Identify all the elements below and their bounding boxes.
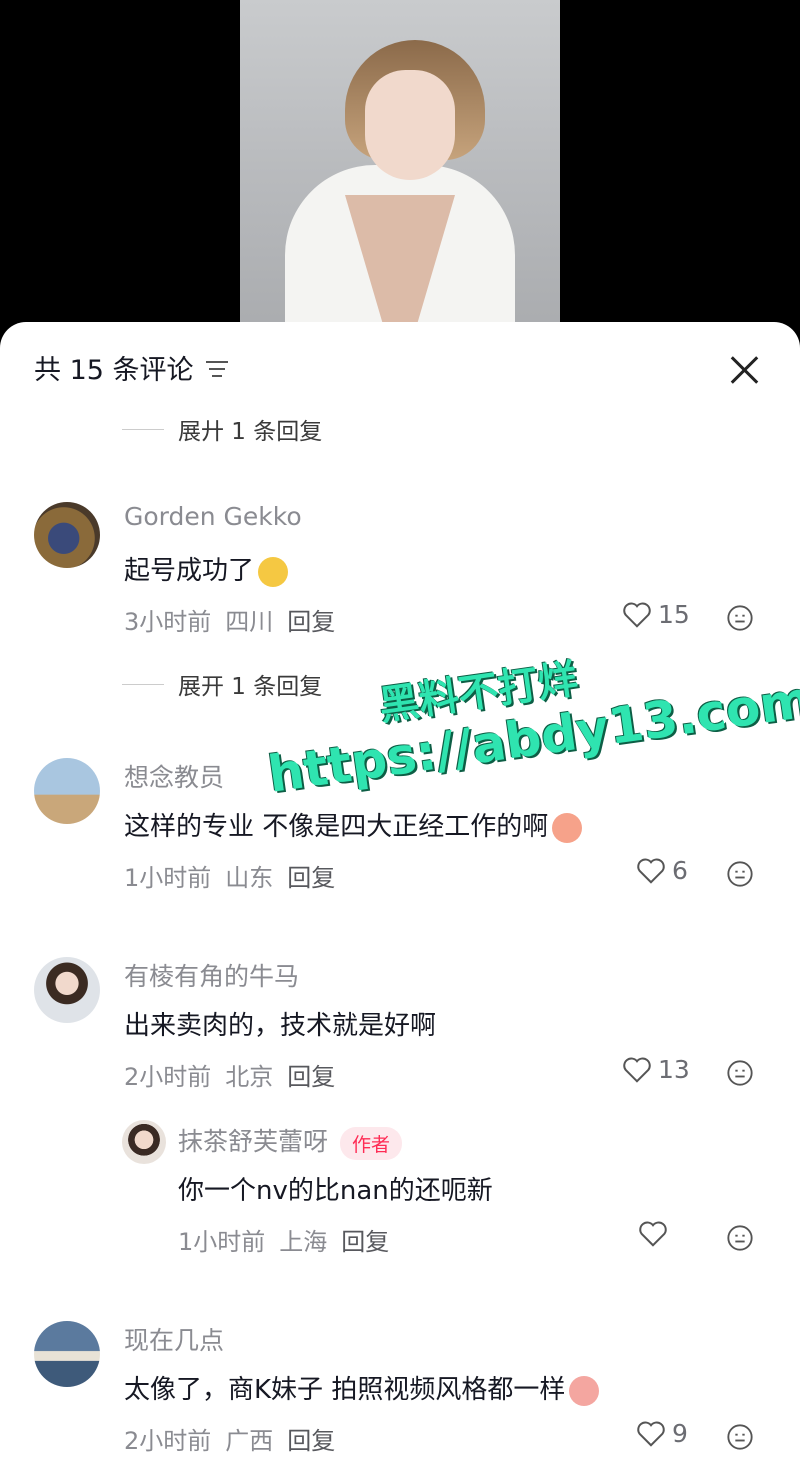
expand-replies-label: 展廾 1 条回复 <box>178 419 323 445</box>
avatar[interactable] <box>34 502 100 568</box>
comment-meta: 1小时前 上海 回复 <box>178 1222 389 1257</box>
comment-author[interactable]: 抹茶舒芙蕾呀 作者 <box>178 1122 403 1160</box>
avatar[interactable] <box>34 758 100 824</box>
comment-text: 太像了，商K妹子 拍照视频风格都一样 <box>124 1369 600 1406</box>
heart-icon <box>639 1221 667 1247</box>
like-count: 13 <box>658 1055 690 1084</box>
divider-line <box>122 683 164 685</box>
reply-button[interactable]: 回复 <box>287 858 335 893</box>
like-button[interactable] <box>638 1220 674 1248</box>
comment-sheet-header: 共 15 条评论 <box>34 348 230 387</box>
sort-filter-icon[interactable] <box>205 358 230 378</box>
close-icon[interactable] <box>728 354 760 386</box>
avatar[interactable] <box>34 957 100 1023</box>
comment-location: 广西 <box>225 1427 274 1455</box>
comment-author[interactable]: 想念教员 <box>124 758 224 794</box>
expand-replies-label: 展开 1 条回复 <box>178 674 323 700</box>
comment-author[interactable]: 有棱有角的牛马 <box>124 957 299 993</box>
like-count: 9 <box>672 1419 688 1448</box>
emoji-icon <box>552 812 583 843</box>
heart-icon <box>623 602 651 628</box>
comment-time: 3小时前 <box>124 608 212 636</box>
video-subject-face <box>365 70 455 180</box>
like-button[interactable]: 13 <box>622 1055 690 1084</box>
comment-time: 1小时前 <box>178 1228 266 1256</box>
author-badge: 作者 <box>340 1126 403 1160</box>
comment-meta: 3小时前 四川 回复 <box>124 602 335 637</box>
heart-icon <box>623 1057 651 1083</box>
comment-location: 上海 <box>279 1228 328 1256</box>
dislike-icon[interactable] <box>726 1059 754 1087</box>
reply-button[interactable]: 回复 <box>287 1421 335 1456</box>
emoji-icon <box>258 556 289 587</box>
expand-replies-button[interactable]: 展开 1 条回复 <box>122 667 322 701</box>
like-count: 6 <box>672 856 688 885</box>
avatar[interactable] <box>34 1321 100 1387</box>
emoji-icon <box>569 1375 600 1406</box>
comment-text: 你一个nv的比nan的还呃新 <box>178 1176 493 1206</box>
comment-location: 四川 <box>225 608 274 636</box>
heart-icon <box>637 1421 665 1447</box>
reply-button[interactable]: 回复 <box>287 1057 335 1092</box>
reply-author-name: 抹茶舒芙蕾呀 <box>178 1127 329 1156</box>
like-button[interactable]: 15 <box>622 600 690 629</box>
comment-text-content: 太像了，商K妹子 拍照视频风格都一样 <box>124 1375 566 1405</box>
comment-time: 2小时前 <box>124 1063 212 1091</box>
avatar[interactable] <box>122 1120 166 1164</box>
like-count: 15 <box>658 600 690 629</box>
like-button[interactable]: 9 <box>636 1419 688 1448</box>
reply-button[interactable]: 回复 <box>341 1222 389 1257</box>
comment-text: 出来卖肉的，技术就是好啊 <box>124 1011 437 1041</box>
dislike-icon[interactable] <box>726 1423 754 1451</box>
dislike-icon[interactable] <box>726 860 754 888</box>
video-preview[interactable] <box>240 0 560 340</box>
comment-count-title: 共 15 条评论 <box>34 355 194 386</box>
expand-replies-button[interactable]: 展廾 1 条回复 <box>122 412 322 446</box>
comment-sheet: 共 15 条评论 展廾 1 条回复 Gorden Gekko 起号成功了 3小时… <box>0 322 800 1471</box>
comment-time: 2小时前 <box>124 1427 212 1455</box>
comment-meta: 2小时前 广西 回复 <box>124 1421 335 1456</box>
comment-location: 北京 <box>225 1063 274 1091</box>
comment-meta: 2小时前 北京 回复 <box>124 1057 335 1092</box>
reply-button[interactable]: 回复 <box>287 602 335 637</box>
dislike-icon[interactable] <box>726 604 754 632</box>
comment-location: 山东 <box>225 864 274 892</box>
comment-author[interactable]: 现在几点 <box>124 1321 224 1357</box>
comment-text-content: 这样的专业 不像是四大正经工作的啊 <box>124 812 549 842</box>
comment-time: 1小时前 <box>124 864 212 892</box>
comment-author[interactable]: Gorden Gekko <box>124 502 302 531</box>
comment-text: 这样的专业 不像是四大正经工作的啊 <box>124 806 583 843</box>
comment-text-content: 起号成功了 <box>124 556 255 586</box>
like-button[interactable]: 6 <box>636 856 688 885</box>
comment-text: 起号成功了 <box>124 550 289 587</box>
divider-line <box>122 428 164 430</box>
heart-icon <box>637 858 665 884</box>
dislike-icon[interactable] <box>726 1224 754 1252</box>
comment-meta: 1小时前 山东 回复 <box>124 858 335 893</box>
